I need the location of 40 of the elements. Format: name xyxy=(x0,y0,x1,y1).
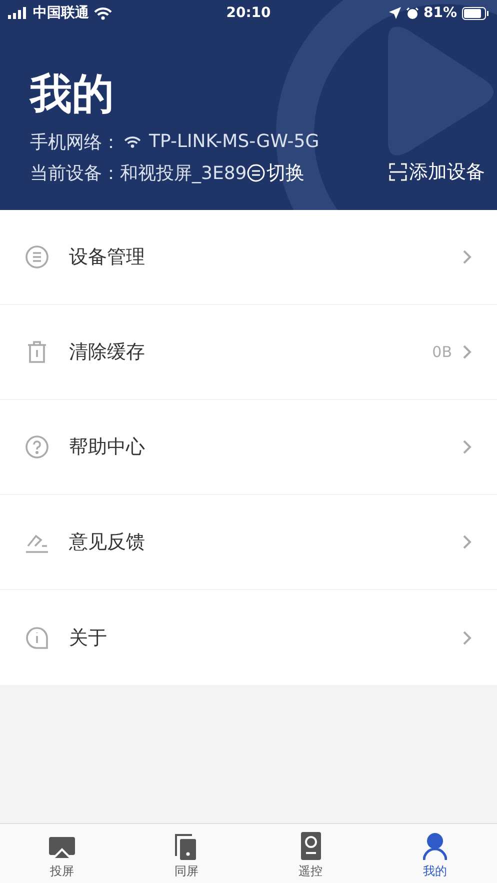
network-label: 手机网络： xyxy=(30,130,120,154)
switch-device-button[interactable]: 切换 xyxy=(246,160,305,186)
location-arrow-icon xyxy=(388,7,400,19)
chevron-icon xyxy=(462,344,472,360)
chevron-icon xyxy=(462,249,472,265)
phone-icon xyxy=(175,834,198,860)
alarm-clock-icon xyxy=(406,6,418,20)
device-label: 当前设备： xyxy=(30,162,120,184)
chevron-icon xyxy=(462,439,472,455)
carrier-name: 中国联通 xyxy=(33,4,89,22)
user-icon xyxy=(422,832,447,860)
info-icon xyxy=(25,626,49,650)
battery-icon xyxy=(462,6,490,20)
list-icon xyxy=(25,245,49,269)
tab-item[interactable]: 同屏 xyxy=(124,824,248,883)
scan-icon xyxy=(389,163,407,181)
device-name: 和视投屏_3E89 xyxy=(120,162,247,184)
menu-item[interactable]: 关于 xyxy=(0,590,497,685)
wifi-icon xyxy=(94,6,112,20)
trash-icon xyxy=(25,340,49,364)
chevron-icon xyxy=(462,534,472,550)
network-name: TP-LINK-MS-GW-5G xyxy=(149,131,320,152)
signal-icon xyxy=(8,7,28,19)
add-device-button[interactable]: 添加设备 xyxy=(389,159,485,185)
tab-item[interactable]: 遥控 xyxy=(248,824,373,883)
menu-item[interactable]: 帮助中心 xyxy=(0,400,497,495)
menu-item[interactable]: 意见反馈 xyxy=(0,495,497,590)
menu-item[interactable]: 清除缓存 0B xyxy=(0,305,497,400)
chevron-icon xyxy=(462,630,472,646)
help-icon xyxy=(25,435,49,459)
tab-item[interactable]: 投屏 xyxy=(0,824,124,883)
menu-item[interactable]: 设备管理 xyxy=(0,210,497,305)
switch-icon xyxy=(246,164,265,182)
cast-screen-icon xyxy=(49,836,76,860)
clock-time: 20:10 xyxy=(226,5,271,21)
battery-percent: 81% xyxy=(424,5,458,21)
tab-item[interactable]: 我的 xyxy=(372,824,497,883)
remote-icon xyxy=(300,832,321,860)
page-title: 我的 xyxy=(30,68,114,120)
wifi-icon xyxy=(124,136,141,148)
